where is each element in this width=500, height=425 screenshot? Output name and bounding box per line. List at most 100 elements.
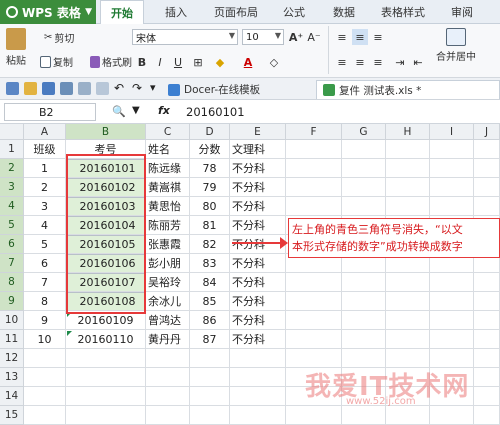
function-icon[interactable]: fx: [158, 104, 170, 117]
doc-tab-spreadsheet[interactable]: 复件 测试表.xls *: [316, 80, 500, 99]
row-header[interactable]: 7: [0, 254, 24, 273]
grid-cell[interactable]: 不分科: [230, 216, 286, 235]
print-icon[interactable]: [60, 82, 73, 95]
paste-button[interactable]: 粘贴: [6, 28, 26, 67]
grid-cell[interactable]: [286, 140, 342, 159]
col-header-e[interactable]: E: [230, 124, 286, 140]
merge-center-button[interactable]: 合并居中: [436, 28, 476, 63]
bold-icon[interactable]: B: [134, 54, 150, 70]
row-header[interactable]: 9: [0, 292, 24, 311]
open-file-icon[interactable]: [24, 82, 37, 95]
grid-cell[interactable]: [386, 311, 430, 330]
name-box[interactable]: B2: [4, 103, 96, 121]
grid-cell[interactable]: [286, 330, 342, 349]
col-header-d[interactable]: D: [190, 124, 230, 140]
grid-cell[interactable]: [24, 349, 66, 368]
print-preview-icon[interactable]: [78, 82, 91, 95]
row-header[interactable]: 1: [0, 140, 24, 159]
tab-data[interactable]: 数据: [322, 0, 366, 24]
grid-cell[interactable]: 姓名: [146, 140, 190, 159]
grid-cell[interactable]: [286, 292, 342, 311]
grid-cell[interactable]: 6: [24, 254, 66, 273]
grid-cell[interactable]: 1: [24, 159, 66, 178]
grow-font-icon[interactable]: A⁺: [288, 29, 304, 45]
col-header-h[interactable]: H: [386, 124, 430, 140]
export-icon[interactable]: [96, 82, 109, 95]
col-header-b[interactable]: B: [66, 124, 146, 140]
grid-cell[interactable]: [386, 273, 430, 292]
grid-cell[interactable]: [386, 197, 430, 216]
font-size-select[interactable]: 10 ▼: [242, 29, 284, 45]
grid-cell[interactable]: [286, 178, 342, 197]
grid-cell[interactable]: [190, 368, 230, 387]
grid-cell[interactable]: [430, 197, 474, 216]
grid-cell[interactable]: 4: [24, 216, 66, 235]
grid-cell[interactable]: [66, 368, 146, 387]
row-header[interactable]: 5: [0, 216, 24, 235]
grid-cell[interactable]: 2: [24, 178, 66, 197]
grid-cell[interactable]: [386, 178, 430, 197]
grid-cell[interactable]: [230, 349, 286, 368]
grid-cell[interactable]: 陈丽芳: [146, 216, 190, 235]
grid-cell[interactable]: [24, 368, 66, 387]
grid-cell[interactable]: [474, 292, 500, 311]
grid-cell[interactable]: 陈远缘: [146, 159, 190, 178]
grid-cell[interactable]: 7: [24, 273, 66, 292]
grid-cell[interactable]: 3: [24, 197, 66, 216]
zoom-icon[interactable]: 🔍: [112, 105, 126, 118]
grid-cell[interactable]: 20160102: [66, 178, 146, 197]
grid-cell[interactable]: 82: [190, 235, 230, 254]
doc-tab-docer[interactable]: Docer-在线模板: [162, 80, 266, 99]
grid-cell[interactable]: 考号: [66, 140, 146, 159]
grid-cell[interactable]: [342, 292, 386, 311]
grid-cell[interactable]: [190, 387, 230, 406]
col-header-a[interactable]: A: [24, 124, 66, 140]
align-center-icon[interactable]: ≡: [352, 54, 368, 70]
grid-cell[interactable]: [430, 159, 474, 178]
grid-cell[interactable]: [342, 330, 386, 349]
chevron-down-icon[interactable]: ▼: [132, 105, 140, 116]
grid-cell[interactable]: 不分科: [230, 292, 286, 311]
format-painter-button[interactable]: 格式刷: [90, 54, 132, 69]
grid-cell[interactable]: [146, 387, 190, 406]
align-left-icon[interactable]: ≡: [334, 54, 350, 70]
customize-icon[interactable]: ▾: [150, 81, 156, 94]
app-menu-button[interactable]: WPS 表格 ▼: [0, 0, 96, 24]
grid-cell[interactable]: [286, 197, 342, 216]
grid-cell[interactable]: [474, 387, 500, 406]
grid-cell[interactable]: 彭小朋: [146, 254, 190, 273]
italic-icon[interactable]: I: [152, 54, 168, 70]
align-top-icon[interactable]: ≡: [334, 29, 350, 45]
grid-cell[interactable]: [146, 368, 190, 387]
grid-cell[interactable]: 20160105: [66, 235, 146, 254]
align-middle-icon[interactable]: ≡: [352, 29, 368, 45]
row-header[interactable]: 4: [0, 197, 24, 216]
grid-cell[interactable]: 9: [24, 311, 66, 330]
grid-cell[interactable]: [66, 387, 146, 406]
indent-icon[interactable]: ⇥: [392, 54, 408, 70]
row-header[interactable]: 12: [0, 349, 24, 368]
tab-home[interactable]: 开始: [100, 0, 144, 25]
grid-cell[interactable]: 张惠霞: [146, 235, 190, 254]
grid-cell[interactable]: [24, 387, 66, 406]
grid-cell[interactable]: [286, 273, 342, 292]
grid-cell[interactable]: 不分科: [230, 273, 286, 292]
grid-cell[interactable]: 84: [190, 273, 230, 292]
undo-icon[interactable]: ↶: [114, 81, 124, 95]
row-header[interactable]: 11: [0, 330, 24, 349]
grid-cell[interactable]: 班级: [24, 140, 66, 159]
row-header[interactable]: 2: [0, 159, 24, 178]
col-header-c[interactable]: C: [146, 124, 190, 140]
grid-cell[interactable]: [342, 159, 386, 178]
grid-cell[interactable]: 20160108: [66, 292, 146, 311]
grid-cell[interactable]: [474, 330, 500, 349]
row-header[interactable]: 13: [0, 368, 24, 387]
grid-cell[interactable]: 20160101: [66, 159, 146, 178]
grid-cell[interactable]: [430, 292, 474, 311]
grid-cell[interactable]: 5: [24, 235, 66, 254]
grid-cell[interactable]: [66, 349, 146, 368]
grid-cell[interactable]: 78: [190, 159, 230, 178]
col-header-j[interactable]: J: [474, 124, 500, 140]
tab-table-style[interactable]: 表格样式: [370, 0, 436, 24]
grid-cell[interactable]: 8: [24, 292, 66, 311]
